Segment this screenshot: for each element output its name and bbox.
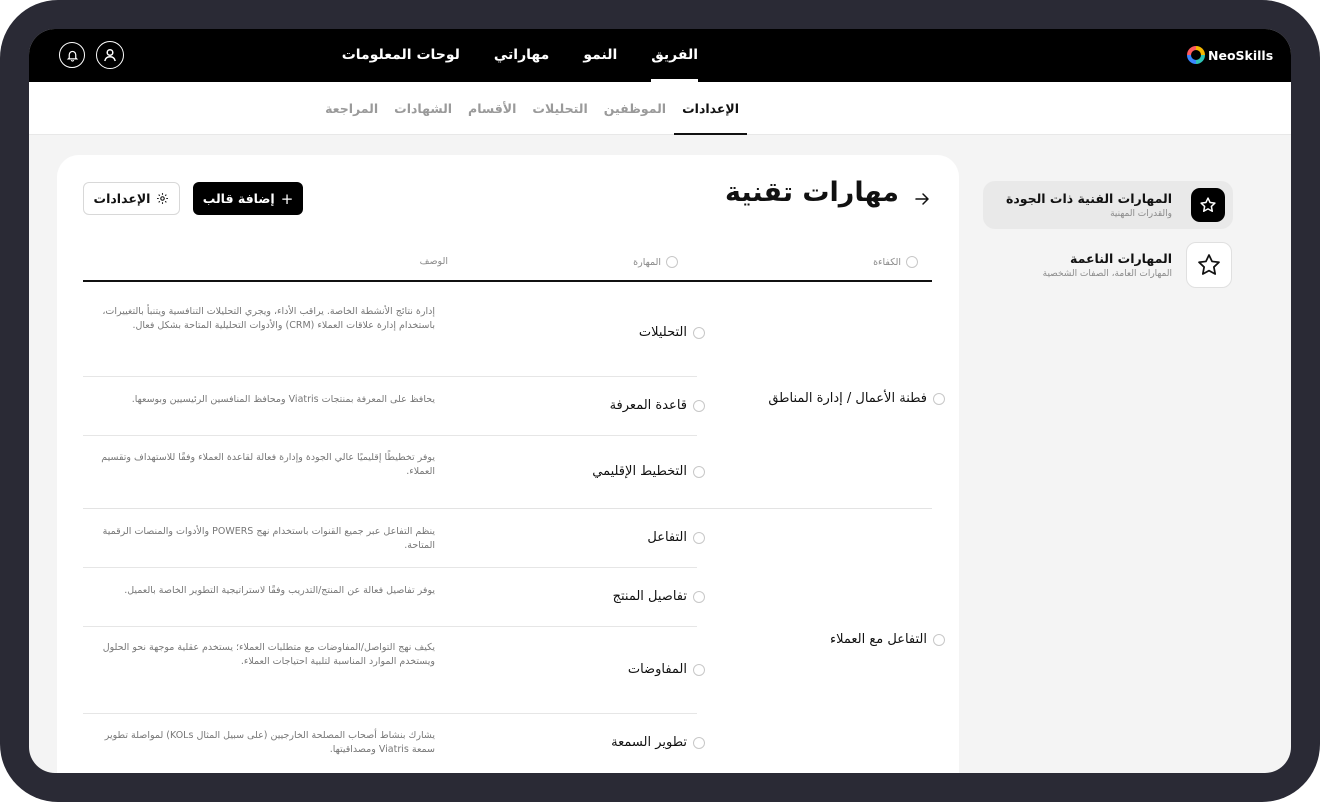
skill-radio[interactable] bbox=[693, 663, 705, 676]
bell-icon bbox=[66, 50, 78, 62]
brand-name: NeoSkills bbox=[1208, 47, 1274, 63]
device-frame: NeoSkills الفريق النمو مهاراتي لوحات الم… bbox=[0, 0, 1320, 802]
skill-radio[interactable] bbox=[693, 399, 705, 412]
settings-button[interactable]: الإعدادات bbox=[83, 182, 180, 215]
table-row-description: يوفر تخطيطًا إقليميًا عالي الجودة وإدارة… bbox=[101, 452, 435, 477]
skill-radio[interactable] bbox=[693, 465, 705, 478]
tab-settings[interactable]: الإعدادات bbox=[674, 82, 747, 135]
sidebar-item-subtitle: والقدرات المهنية bbox=[1110, 209, 1172, 219]
plus-icon: + bbox=[280, 189, 294, 208]
skill-radio[interactable] bbox=[693, 590, 705, 603]
skill-radio[interactable] bbox=[693, 326, 705, 339]
star-icon bbox=[1200, 197, 1216, 212]
user-icon bbox=[104, 48, 116, 62]
row-divider bbox=[83, 713, 697, 714]
table-row-skill[interactable]: التخطيط الإقليمي bbox=[592, 464, 705, 479]
logo-icon bbox=[1187, 46, 1205, 64]
main-card: مهارات تقنية + إضافة قالب الإعدادات الكف… bbox=[57, 155, 959, 773]
competency-business-acumen[interactable]: فطنة الأعمال / إدارة المناطق bbox=[768, 391, 945, 406]
tab-employees[interactable]: الموظفين bbox=[604, 82, 666, 135]
nav-item-dashboards[interactable]: لوحات المعلومات bbox=[342, 29, 460, 82]
app-screen: NeoSkills الفريق النمو مهاراتي لوحات الم… bbox=[29, 29, 1291, 773]
tab-departments[interactable]: الأقسام bbox=[468, 82, 516, 135]
row-divider bbox=[83, 567, 697, 568]
row-divider bbox=[83, 376, 697, 377]
table-header: الكفاءة المهارة الوصف bbox=[83, 250, 932, 282]
skill-radio[interactable] bbox=[693, 736, 705, 749]
table-row-skill[interactable]: تفاصيل المنتج bbox=[613, 589, 705, 604]
table-row-skill[interactable]: التفاعل bbox=[647, 530, 705, 545]
sidebar-item-subtitle: المهارات العامة، الصفات الشخصية bbox=[1042, 269, 1172, 279]
add-template-button[interactable]: + إضافة قالب bbox=[193, 182, 303, 215]
sidebar-item-soft-skills[interactable]: المهارات الناعمة المهارات العامة، الصفات… bbox=[983, 241, 1233, 289]
sidebar-item-title: المهارات الناعمة bbox=[1070, 251, 1172, 266]
settings-label: الإعدادات bbox=[93, 191, 151, 206]
table-row-description: إدارة نتائج الأنشطة الخاصة. يراقب الأداء… bbox=[102, 306, 435, 331]
main-nav: الفريق النمو مهاراتي لوحات المعلومات bbox=[342, 29, 698, 82]
group-divider bbox=[83, 508, 932, 509]
gear-icon bbox=[157, 193, 169, 204]
brand-logo[interactable]: NeoSkills bbox=[1187, 46, 1273, 64]
sidebar-item-technical-skills[interactable]: المهارات الفنية ذات الجودة والقدرات المه… bbox=[983, 181, 1233, 229]
competency-radio[interactable] bbox=[933, 633, 945, 646]
profile-button[interactable] bbox=[96, 41, 124, 69]
nav-item-team[interactable]: الفريق bbox=[651, 29, 698, 82]
skill-radio[interactable] bbox=[693, 531, 705, 544]
row-divider bbox=[83, 626, 697, 627]
nav-item-growth[interactable]: النمو bbox=[583, 29, 617, 82]
add-template-label: إضافة قالب bbox=[202, 191, 275, 206]
top-bar: NeoSkills الفريق النمو مهاراتي لوحات الم… bbox=[29, 29, 1291, 82]
table-row-skill[interactable]: التحليلات bbox=[639, 325, 705, 340]
table-row-description: ينظم التفاعل عبر جميع القنوات باستخدام ن… bbox=[102, 526, 435, 551]
column-competency[interactable]: الكفاءة bbox=[873, 256, 918, 268]
table-row-description: يشارك بنشاط أصحاب المصلحة الخارجيين (على… bbox=[104, 730, 435, 755]
tab-review[interactable]: المراجعة bbox=[325, 82, 378, 135]
star-icon bbox=[1198, 254, 1220, 275]
column-description: الوصف bbox=[419, 256, 448, 267]
column-skill[interactable]: المهارة bbox=[633, 256, 678, 268]
page-title: مهارات تقنية bbox=[725, 177, 899, 208]
sidebar-icon-wrap bbox=[1186, 242, 1232, 288]
table-row-skill[interactable]: تطوير السمعة bbox=[611, 735, 705, 750]
sidebar-item-title: المهارات الفنية ذات الجودة bbox=[1005, 191, 1172, 206]
tab-certificates[interactable]: الشهادات bbox=[394, 82, 452, 135]
arrow-right-icon[interactable] bbox=[912, 189, 932, 209]
notifications-button[interactable] bbox=[59, 42, 85, 68]
select-radio[interactable] bbox=[666, 256, 678, 268]
row-divider bbox=[83, 435, 697, 436]
table-row-description: يكيف نهج التواصل/المفاوضات مع متطلبات ال… bbox=[102, 642, 435, 667]
table-row-description: يوفر تفاصيل فعالة عن المنتج/التدريب وفقً… bbox=[124, 585, 435, 596]
sidebar-icon-wrap bbox=[1191, 188, 1225, 222]
competency-customer-engagement[interactable]: التفاعل مع العملاء bbox=[830, 632, 945, 647]
sub-nav: الإعدادات الموظفين التحليلات الأقسام الش… bbox=[29, 82, 1291, 135]
table-row-skill[interactable]: المفاوضات bbox=[628, 662, 705, 677]
table-row-description: يحافظ على المعرفة بمنتجات Viatris ومحافظ… bbox=[131, 394, 435, 405]
select-all-radio[interactable] bbox=[906, 256, 918, 268]
table-row-skill[interactable]: قاعدة المعرفة bbox=[610, 398, 705, 413]
competency-radio[interactable] bbox=[933, 392, 945, 405]
nav-item-my-skills[interactable]: مهاراتي bbox=[494, 29, 549, 82]
tab-analytics[interactable]: التحليلات bbox=[532, 82, 587, 135]
